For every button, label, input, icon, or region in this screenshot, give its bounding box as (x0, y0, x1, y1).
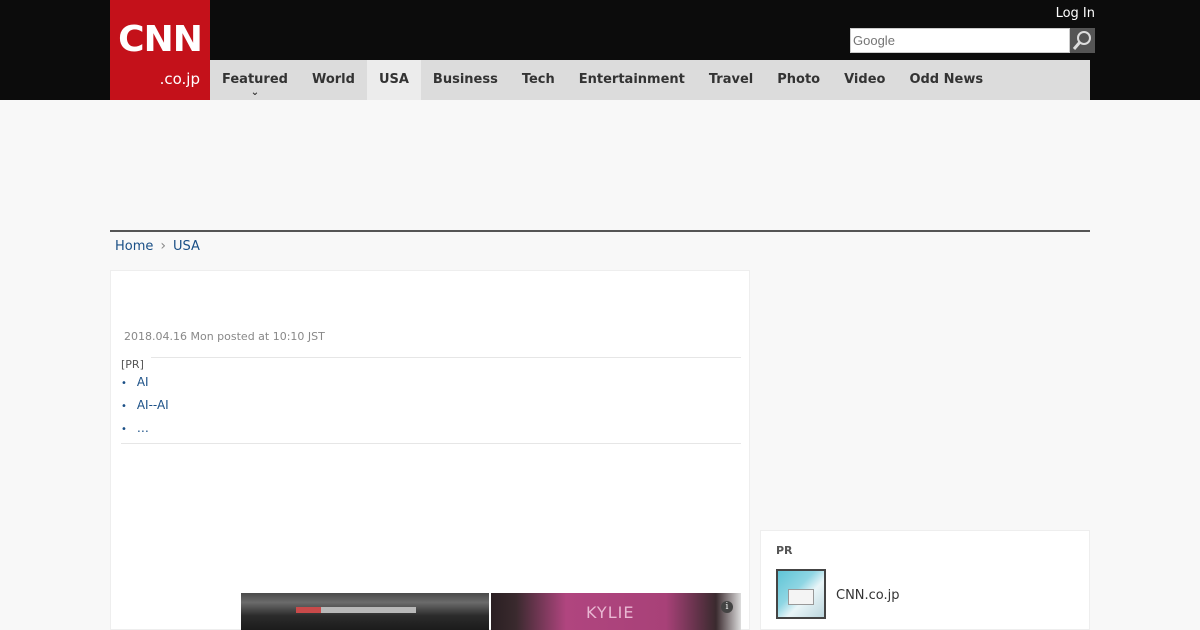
list-item: • … (121, 420, 741, 443)
envelope-icon (788, 589, 814, 605)
nav-tech[interactable]: Tech (510, 60, 567, 100)
pr-block: [PR] • AI • AI--AI • … (121, 357, 741, 435)
top-bar: CNN .co.jp Log In Featured ⌄ World USA B… (0, 0, 1200, 100)
nav-odd-news[interactable]: Odd News (897, 60, 995, 100)
sidebar-pr-card: PR CNN.co.jp (760, 530, 1090, 630)
ad-thumbnail[interactable]: KYLIE i (491, 593, 741, 630)
sidebar-item-link[interactable]: CNN.co.jp (836, 588, 900, 603)
mail-thumbnail[interactable] (776, 569, 826, 619)
nav-usa[interactable]: USA (366, 60, 421, 100)
list-item: • AI (121, 374, 741, 397)
list-item: • AI--AI (121, 397, 741, 420)
article-date: 2018.04.16 Mon posted at 10:10 JST (124, 330, 325, 343)
breadcrumb-usa[interactable]: USA (173, 239, 200, 254)
nav-featured[interactable]: Featured ⌄ (210, 60, 300, 100)
nav-business[interactable]: Business (421, 60, 510, 100)
info-icon[interactable]: i (721, 601, 733, 613)
pr-label: [PR] (121, 358, 144, 371)
breadcrumb: Home › USA (115, 238, 200, 254)
nav-world[interactable]: World (300, 60, 367, 100)
pr-bottom-divider (121, 443, 741, 444)
logo-cnn-text: CNN (118, 19, 203, 60)
pr-link-ai[interactable]: AI (137, 375, 149, 389)
photo-thumbnail[interactable] (241, 593, 489, 630)
pr-top-divider (151, 357, 741, 358)
article-card: 2018.04.16 Mon posted at 10:10 JST [PR] … (110, 270, 750, 630)
cnn-logo[interactable]: CNN .co.jp (110, 0, 210, 100)
nav-video[interactable]: Video (832, 60, 897, 100)
search-button[interactable] (1070, 28, 1095, 53)
breadcrumb-home[interactable]: Home (115, 239, 153, 254)
bullet-icon: • (121, 401, 127, 412)
chevron-down-icon: ⌄ (250, 87, 260, 98)
pr-link-ai-ai[interactable]: AI--AI (137, 398, 169, 412)
pr-link-more[interactable]: … (137, 421, 149, 435)
pr-link-list: • AI • AI--AI • … (121, 374, 741, 443)
search-input[interactable] (850, 28, 1070, 53)
nav-entertainment[interactable]: Entertainment (567, 60, 697, 100)
bullet-icon: • (121, 378, 127, 389)
bullet-icon: • (121, 424, 127, 435)
ad-brand-text: KYLIE (586, 603, 635, 622)
nav-travel[interactable]: Travel (697, 60, 765, 100)
login-link[interactable]: Log In (1056, 6, 1095, 21)
image-strip: KYLIE i (241, 593, 741, 630)
main-nav: Featured ⌄ World USA Business Tech Enter… (210, 60, 1090, 100)
search-icon (1072, 31, 1091, 50)
chevron-right-icon: › (160, 238, 166, 254)
logo-cojp-text: .co.jp (159, 70, 200, 88)
nav-photo[interactable]: Photo (765, 60, 832, 100)
section-divider (110, 230, 1090, 232)
photo-detail (296, 607, 321, 613)
sidebar-pr-label: PR (776, 544, 793, 557)
